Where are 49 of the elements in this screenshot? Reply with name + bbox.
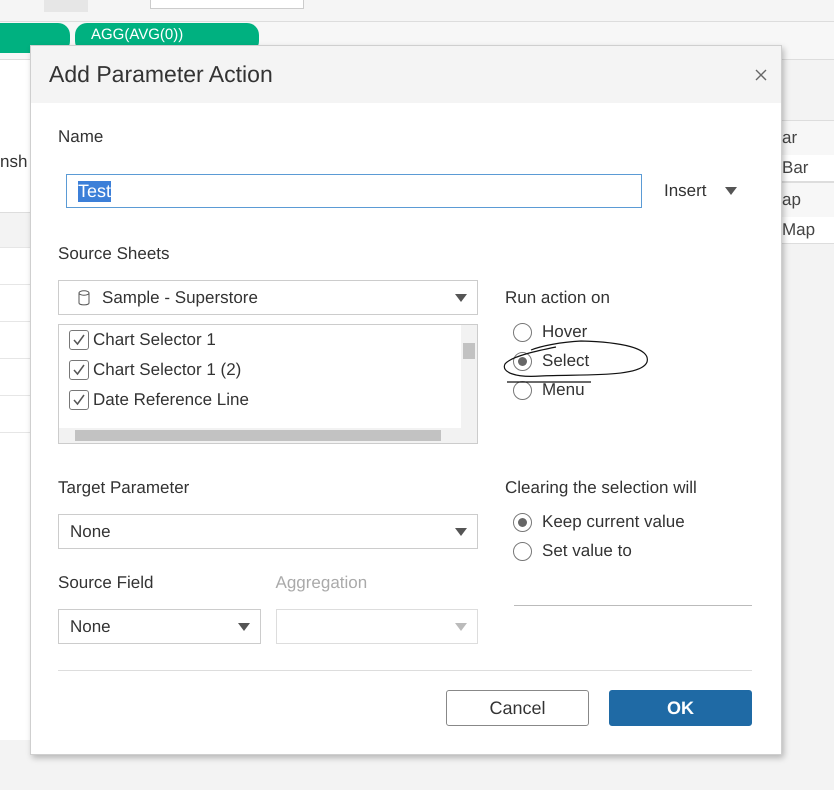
caret-icon <box>455 528 467 536</box>
ok-button[interactable]: OK <box>609 690 752 726</box>
sheet-label[interactable]: Chart Selector 1 <box>93 330 216 350</box>
toolbar-field[interactable] <box>150 0 304 9</box>
insert-button[interactable]: Insert <box>664 181 737 201</box>
field-dropdown[interactable]: None <box>58 609 260 644</box>
field-label: Name <box>58 127 104 147</box>
horizontal-scrollbar[interactable] <box>59 428 477 443</box>
dialog-title: Add Parameter Action <box>49 61 273 88</box>
close-icon[interactable] <box>755 68 767 80</box>
field-label: Aggregation <box>276 573 368 593</box>
check-icon <box>72 333 86 347</box>
datasource-dropdown[interactable]: Sample - Superstore <box>58 280 478 315</box>
list-item[interactable]: Map <box>782 217 834 244</box>
caret-icon <box>455 622 467 630</box>
list-item[interactable]: Bar <box>782 155 834 182</box>
radio-button[interactable] <box>513 380 532 400</box>
sheet-label[interactable]: Chart Selector 1 (2) <box>93 360 242 380</box>
field-label: Source Field <box>58 573 154 593</box>
radio-button[interactable] <box>513 542 532 560</box>
name-field[interactable]: Test <box>66 174 642 208</box>
radio-label[interactable]: Hover <box>542 322 588 342</box>
radio-label[interactable]: Menu <box>542 380 585 400</box>
radio-label[interactable]: Keep current value <box>542 512 685 532</box>
list-item[interactable]: ap <box>782 182 834 217</box>
field-label: Source Sheets <box>58 244 171 264</box>
sheet-label[interactable]: Date Reference Line <box>93 390 249 410</box>
checkbox[interactable] <box>69 390 89 410</box>
check-icon <box>72 363 86 377</box>
caret-icon <box>455 294 467 302</box>
parameter-dropdown[interactable]: None <box>58 514 478 549</box>
radio-label[interactable]: Set value to <box>542 541 632 561</box>
checkbox[interactable] <box>69 330 89 350</box>
list-item[interactable]: ar <box>782 120 834 155</box>
radio-label[interactable]: Select <box>542 351 590 371</box>
radio-button[interactable] <box>513 352 532 370</box>
sheet-name: nsh <box>0 152 28 172</box>
checkbox[interactable] <box>69 360 89 380</box>
field-label: Clearing the selection will <box>505 478 698 498</box>
field-label: Run action on <box>505 288 611 308</box>
radio-button[interactable] <box>513 512 532 532</box>
cancel-button[interactable]: Cancel <box>446 690 589 726</box>
radio-button[interactable] <box>513 322 532 342</box>
check-icon <box>72 393 86 407</box>
database-icon <box>78 290 90 306</box>
caret-icon <box>724 187 737 195</box>
vertical-scrollbar[interactable] <box>461 325 477 428</box>
field-label: Target Parameter <box>58 478 190 498</box>
caret-icon <box>238 622 250 630</box>
